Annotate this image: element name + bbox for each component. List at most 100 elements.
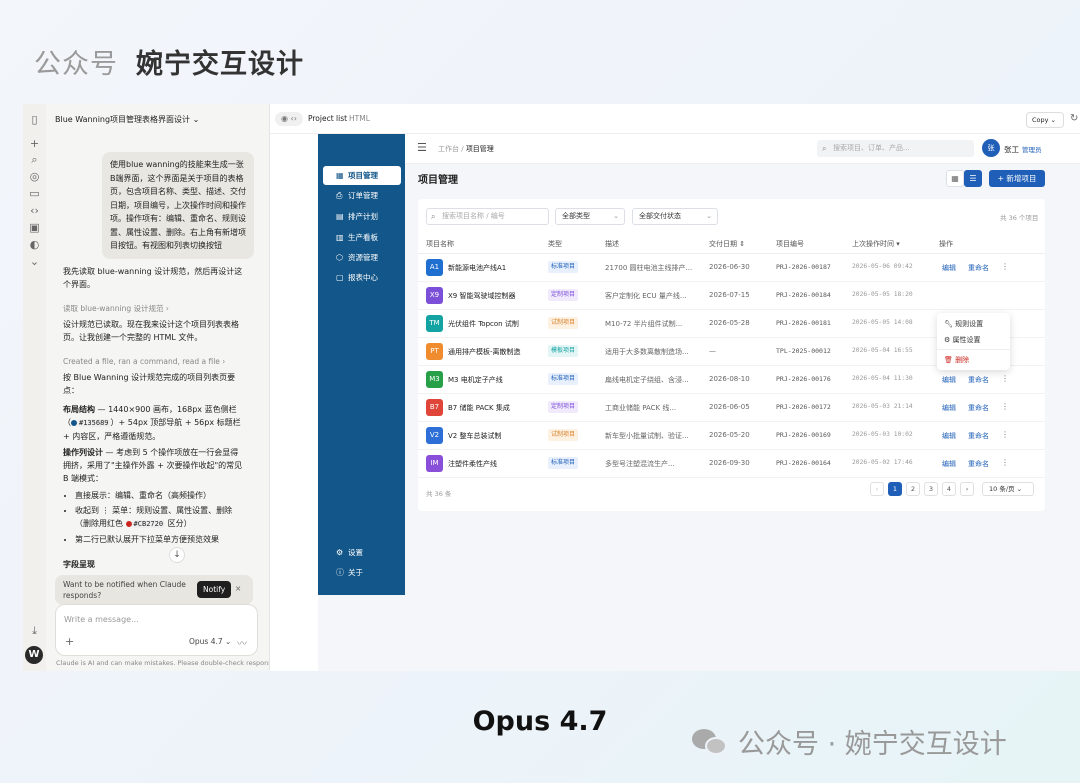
search-placeholder: 搜索项目、订单、产品...: [833, 144, 910, 152]
code-icon[interactable]: ‹›: [28, 204, 41, 217]
close-icon[interactable]: ×: [235, 583, 241, 594]
bullet-2-code: #CB2720: [131, 520, 166, 528]
rule-settings-item[interactable]: 🔧︎ 规则设置: [944, 317, 983, 331]
notify-button[interactable]: Notify: [197, 581, 232, 598]
more-icon[interactable]: ⋮: [1001, 430, 1009, 439]
attach-icon[interactable]: +: [65, 635, 74, 648]
chats-icon[interactable]: ◎: [28, 170, 41, 183]
voice-icon[interactable]: 〰: [237, 635, 247, 650]
grid-view-button[interactable]: ▦: [946, 170, 964, 187]
nav-settings[interactable]: ⚙ 设置: [323, 543, 401, 562]
list-view-button[interactable]: ☰: [964, 170, 982, 187]
copy-button[interactable]: Copy ⌄: [1026, 112, 1064, 128]
refresh-icon[interactable]: ↻: [1070, 113, 1078, 124]
step-created-file[interactable]: Created a file, ran a command, read a fi…: [63, 355, 243, 368]
preview-code-toggle[interactable]: ◉ ‹›: [275, 112, 303, 126]
nav-resource-management[interactable]: ⬡ 资源管理: [323, 248, 401, 267]
rename-button[interactable]: 重命名: [968, 431, 989, 441]
nav-label: 订单管理: [348, 191, 378, 200]
watermark-bold: 婉宁交互设计: [136, 49, 304, 80]
type-tag: 模板项目: [548, 345, 579, 357]
projects-icon[interactable]: ▭: [28, 187, 41, 200]
user-avatar[interactable]: W: [25, 646, 43, 664]
project-desc: 客户定制化 ECU 量产线...: [605, 292, 687, 300]
status-filter-select[interactable]: 全部交付状态 ⌄: [632, 208, 718, 225]
nav-project-management[interactable]: ▦ 项目管理: [323, 166, 401, 185]
search-icon[interactable]: ⌕: [28, 153, 41, 166]
prev-page-button[interactable]: ‹: [870, 482, 884, 496]
message-input-box[interactable]: Write a message... + Opus 4.7 ⌄ 〰: [55, 604, 258, 656]
more-icon[interactable]: ⋮: [1001, 458, 1009, 467]
rename-button[interactable]: 重命名: [968, 459, 989, 469]
rule-settings-label: 规则设置: [955, 320, 984, 328]
edit-button[interactable]: 编辑: [942, 375, 956, 385]
more-icon[interactable]: ⋮: [1001, 374, 1009, 383]
palette-icon[interactable]: ◐: [28, 238, 41, 251]
page-4-button[interactable]: 4: [942, 482, 956, 496]
nav-order-management[interactable]: ⎙ 订单管理: [323, 186, 401, 205]
left-rail: ▯ + ⌕ ◎ ▭ ‹› ▣ ◐ ⌄ ⤓ W: [23, 104, 46, 671]
sidebar-toggle-icon[interactable]: ▯: [28, 113, 41, 126]
new-chat-icon[interactable]: +: [28, 137, 41, 150]
nav-report-center[interactable]: ▢ 报表中心: [323, 268, 401, 287]
col-last-modified[interactable]: 上次操作时间 ▾: [852, 239, 900, 249]
chevron-down-icon[interactable]: ⌄: [28, 255, 41, 268]
page-1-button[interactable]: 1: [888, 482, 902, 496]
last-modified: 2026-05-04 11:30: [852, 375, 913, 382]
more-icon[interactable]: ⋮: [1001, 402, 1009, 411]
rename-button[interactable]: 重命名: [968, 375, 989, 385]
settings-icon: ⚙: [944, 336, 953, 344]
download-icon[interactable]: ⤓: [28, 624, 41, 637]
delete-item[interactable]: 🗑︎ 删除: [944, 353, 969, 367]
chat-title[interactable]: Blue Wanning项目管理表格界面设计 ⌄: [55, 113, 199, 126]
layout-paragraph: 布局结构 — 1440×900 画布，168px 蓝色侧栏（ #135689 ）+ …: [63, 403, 243, 443]
col-project-name: 项目名称: [426, 240, 454, 248]
col-delivery-date[interactable]: 交付日期 ⇕: [709, 239, 745, 249]
page-2-button[interactable]: 2: [906, 482, 920, 496]
disclaimer: Claude is AI and can make mistakes. Plea…: [56, 659, 282, 667]
menu-icon[interactable]: ☰: [417, 141, 427, 154]
page-size-select[interactable]: 10 条/页 ⌄: [982, 482, 1034, 496]
bottom-watermark: 公众号 · 婉宁交互设计: [692, 722, 1007, 761]
attribute-settings-item[interactable]: ⚙ 属性设置: [944, 333, 981, 347]
message-input[interactable]: Write a message...: [64, 615, 139, 624]
model-selector[interactable]: Opus 4.7 ⌄: [189, 637, 231, 646]
edit-button[interactable]: 编辑: [942, 403, 956, 413]
edit-button[interactable]: 编辑: [942, 263, 956, 273]
artifacts-icon[interactable]: ▣: [28, 221, 41, 234]
type-tag: 定制项目: [548, 289, 579, 301]
nav-about[interactable]: ⓘ 关于: [323, 563, 401, 582]
table-card: ⌕ 搜索项目名称 / 编号 全部类型 ⌄ 全部交付状态 ⌄ 共 36 个项目 项目名称…: [418, 199, 1045, 511]
add-project-button[interactable]: + 新增项目: [989, 170, 1045, 187]
project-id: PRJ-2026-00172: [776, 403, 831, 411]
delivery-date: 2026-08-10: [709, 375, 750, 383]
project-avatar: IM: [426, 455, 443, 472]
watermark-light: 公众号: [34, 49, 118, 80]
page-3-button[interactable]: 3: [924, 482, 938, 496]
edit-button[interactable]: 编辑: [942, 431, 956, 441]
project-desc: 21700 圆柱电池主线排产...: [605, 264, 693, 272]
table-row[interactable]: IM 注塑件柔性产线 标准项目 多型号注塑混流生产... 2026-09-30 …: [418, 450, 1045, 478]
table-row[interactable]: X9 X9 智能驾驶域控制器 定制项目 客户定制化 ECU 量产线... 202…: [418, 282, 1045, 310]
table-row[interactable]: V2 V2 整车总装试制 试制项目 新车型小批量试制、验证... 2026-05…: [418, 422, 1045, 450]
rename-button[interactable]: 重命名: [968, 263, 989, 273]
project-search-input[interactable]: ⌕ 搜索项目名称 / 编号: [426, 208, 549, 225]
table-row[interactable]: A1 新能源电池产线A1 标准项目 21700 圆柱电池主线排产... 2026…: [418, 254, 1045, 282]
nav-production-board[interactable]: ▥ 生产看板: [323, 228, 401, 247]
step-read-spec[interactable]: 读取 blue-wanning 设计规范 ›: [63, 302, 243, 315]
global-search-input[interactable]: ⌕ 搜索项目、订单、产品...: [817, 140, 974, 157]
breadcrumb-root[interactable]: 工作台 /: [438, 145, 466, 153]
table-row[interactable]: B7 B7 储能 PACK 集成 定制项目 工商业储能 PACK 线... 20…: [418, 394, 1045, 422]
next-page-button[interactable]: ›: [960, 482, 974, 496]
project-name: M3 电机定子产线: [448, 376, 503, 384]
type-filter-select[interactable]: 全部类型 ⌄: [555, 208, 625, 225]
ops-bold: 操作列设计: [63, 448, 103, 457]
table-row[interactable]: M3 M3 电机定子产线 标准项目 扁线电机定子绕组、含浸... 2026-08…: [418, 366, 1045, 394]
project-id: PRJ-2026-00181: [776, 319, 831, 327]
user-avatar[interactable]: 张: [982, 139, 1000, 157]
rename-button[interactable]: 重命名: [968, 403, 989, 413]
edit-button[interactable]: 编辑: [942, 459, 956, 469]
nav-production-plan[interactable]: ▤ 排产计划: [323, 207, 401, 226]
nav-label: 报表中心: [348, 273, 378, 282]
more-icon[interactable]: ⋮: [1001, 262, 1009, 271]
